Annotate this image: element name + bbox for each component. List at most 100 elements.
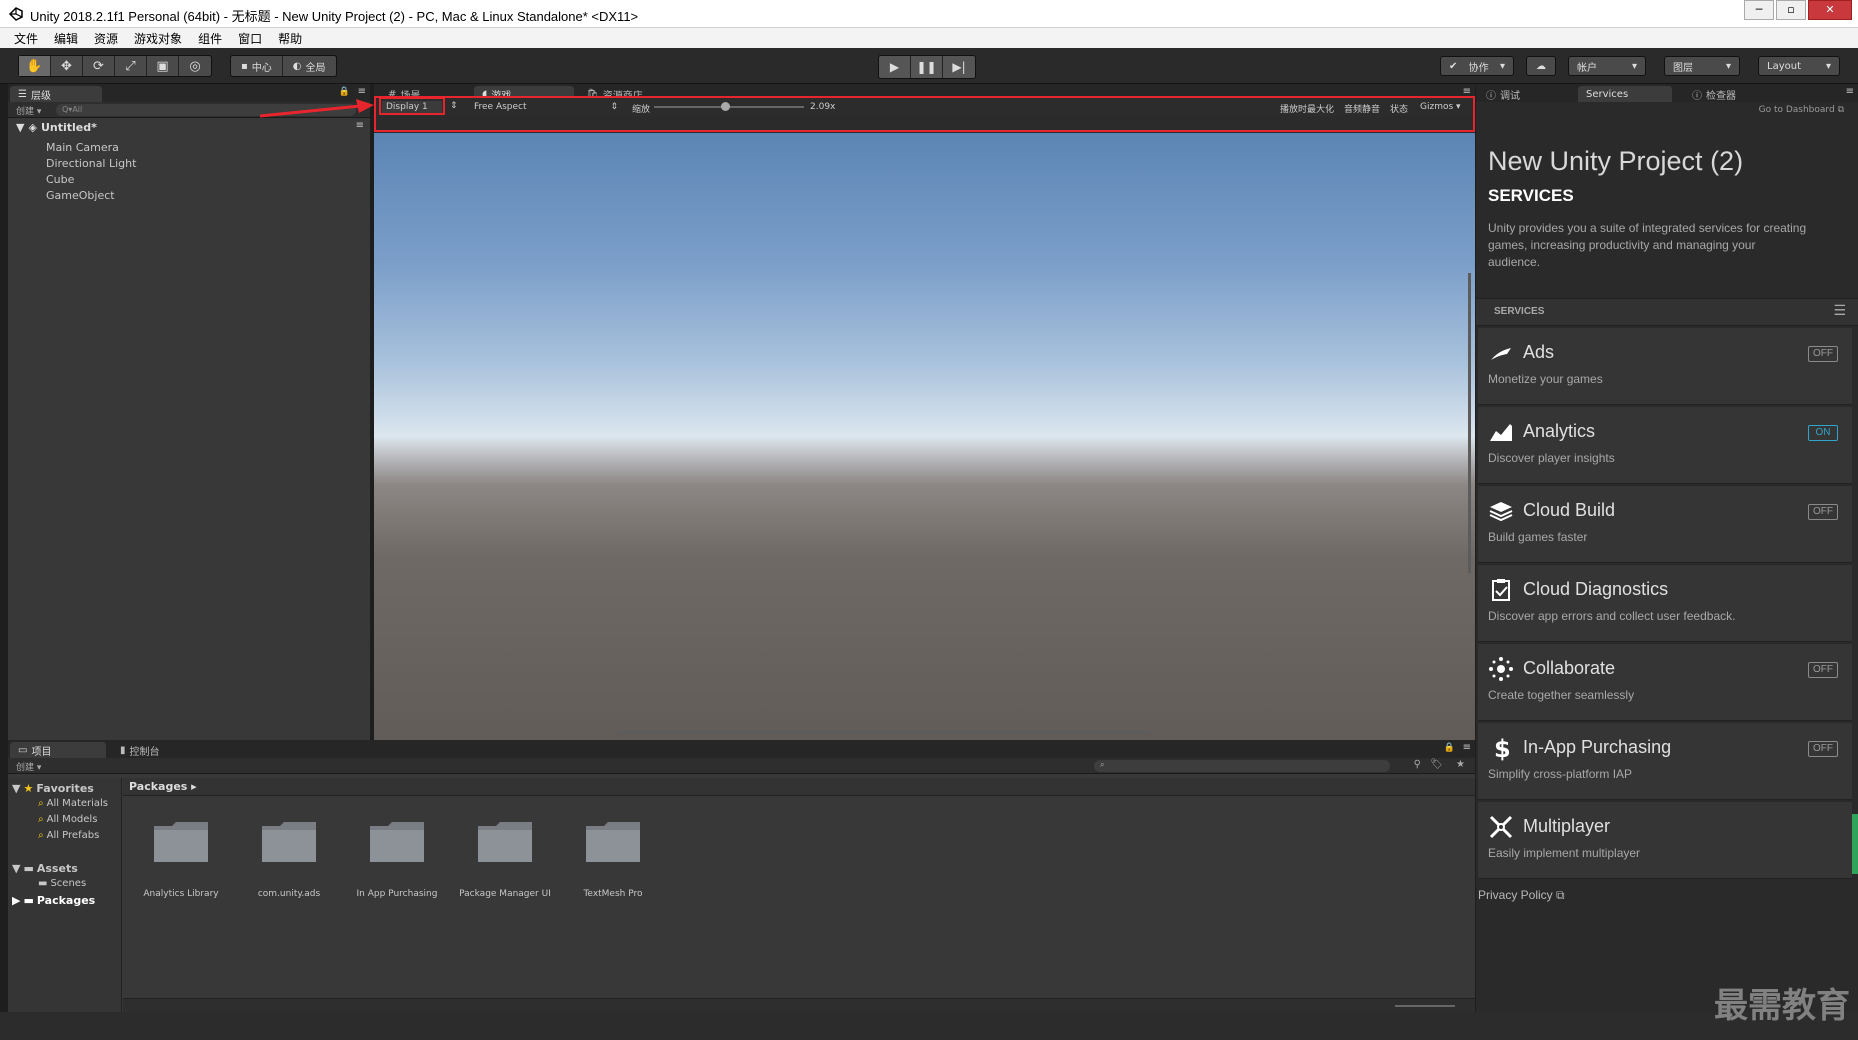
folder-icon: ▭: [18, 744, 28, 756]
service-card-analytics[interactable]: Analytics Discover player insights ON: [1478, 407, 1852, 484]
layout-dropdown[interactable]: Layout ▾: [1758, 56, 1840, 76]
privacy-policy-link[interactable]: Privacy Policy ⧉: [1478, 888, 1565, 903]
status-badge[interactable]: OFF: [1808, 662, 1838, 678]
account-dropdown[interactable]: 帐户 ▾: [1568, 56, 1646, 76]
status-badge[interactable]: ON: [1808, 425, 1838, 441]
pause-button[interactable]: ❚❚: [911, 56, 943, 78]
tree-favorites[interactable]: ▼ ★ Favorites: [12, 782, 94, 795]
panel-menu-icon[interactable]: ≡: [1846, 86, 1854, 97]
menu-gameobject[interactable]: 游戏对象: [134, 30, 182, 47]
search-icon: ⌕: [38, 830, 44, 841]
layers-dropdown[interactable]: 图层 ▾: [1664, 56, 1740, 76]
info-icon: ⓘ: [1486, 90, 1496, 102]
service-card-collaborate[interactable]: Collaborate Create together seamlessly O…: [1478, 644, 1852, 721]
service-name: Cloud Diagnostics: [1523, 579, 1669, 599]
menu-window[interactable]: 窗口: [238, 30, 262, 47]
tree-packages[interactable]: ▶ ▬ Packages: [12, 894, 95, 907]
tree-all-materials[interactable]: ⌕ All Materials: [38, 798, 108, 809]
service-desc: Build games faster: [1488, 530, 1588, 544]
collab-dropdown[interactable]: ✔ 协作 ▾: [1440, 56, 1514, 76]
status-badge[interactable]: OFF: [1808, 346, 1838, 362]
status-badge[interactable]: OFF: [1808, 741, 1838, 757]
hierarchy-item-gameobject[interactable]: GameObject: [46, 189, 115, 202]
service-card-multiplayer[interactable]: Multiplayer Easily implement multiplayer: [1478, 802, 1852, 879]
maximize-button[interactable]: ▫: [1776, 0, 1806, 20]
tree-assets[interactable]: ▼ ▬ Assets: [12, 862, 78, 875]
rect-tool-icon[interactable]: ▣: [147, 56, 179, 76]
create-dropdown[interactable]: 创建 ▾: [16, 104, 41, 117]
tree-scenes[interactable]: ▬ Scenes: [38, 878, 86, 889]
expand-arrow-icon: ▶: [12, 894, 21, 907]
play-controls: ▶ ❚❚ ▶|: [878, 55, 976, 79]
play-button[interactable]: ▶: [879, 56, 911, 78]
folder-analytics-library[interactable]: Analytics Library: [131, 818, 231, 899]
services-scrollbar[interactable]: [1852, 814, 1858, 874]
hamburger-icon[interactable]: ☰: [1833, 303, 1846, 319]
tab-console[interactable]: ▮ 控制台: [112, 742, 202, 758]
scene-menu-icon[interactable]: ≡: [356, 120, 364, 131]
service-card-iap[interactable]: $ In-App Purchasing Simplify cross-platf…: [1478, 723, 1852, 800]
move-tool-icon[interactable]: ✥: [51, 56, 83, 76]
folder-package-manager-ui[interactable]: Package Manager UI: [455, 818, 555, 899]
menu-assets[interactable]: 资源: [94, 30, 118, 47]
folder-com-unity-ads[interactable]: com.unity.ads: [239, 818, 339, 899]
project-toolbar: 创建 ▾ ⌕ ⚲ 🏷 ★: [8, 758, 1475, 774]
breadcrumb[interactable]: Packages ▸: [123, 778, 1475, 796]
rotate-tool-icon[interactable]: ⟳: [83, 56, 115, 76]
tab-hierarchy[interactable]: ☰ 层级: [10, 86, 102, 102]
hierarchy-item-main-camera[interactable]: Main Camera: [46, 141, 119, 154]
lock-icon[interactable]: 🔒: [1444, 743, 1455, 753]
service-card-cloud-diagnostics[interactable]: Cloud Diagnostics Discover app errors an…: [1478, 565, 1852, 642]
folder-in-app-purchasing[interactable]: In App Purchasing: [347, 818, 447, 899]
tree-all-prefabs[interactable]: ⌕ All Prefabs: [38, 830, 99, 841]
hand-tool-icon[interactable]: ✋: [19, 56, 51, 76]
service-desc: Discover player insights: [1488, 451, 1615, 465]
pivot-global-button[interactable]: ◐ 全局: [283, 56, 336, 76]
project-search-input[interactable]: ⌕: [1094, 760, 1390, 772]
tab-inspector[interactable]: ⓘ 检查器: [1684, 86, 1774, 102]
menu-edit[interactable]: 编辑: [54, 30, 78, 47]
tab-project[interactable]: ▭ 项目: [10, 742, 106, 758]
hierarchy-item-cube[interactable]: Cube: [46, 173, 74, 186]
hierarchy-item-directional-light[interactable]: Directional Light: [46, 157, 136, 170]
service-card-cloud-build[interactable]: Cloud Build Build games faster OFF: [1478, 486, 1852, 563]
menu-file[interactable]: 文件: [14, 30, 38, 47]
scale-tool-icon[interactable]: ⤢: [115, 56, 147, 76]
step-button[interactable]: ▶|: [943, 56, 975, 78]
lock-icon[interactable]: 🔒: [339, 87, 350, 97]
info-icon: ⓘ: [1692, 90, 1702, 102]
folder-textmesh-pro[interactable]: TextMesh Pro: [563, 818, 663, 899]
icon-size-slider[interactable]: [1395, 1005, 1455, 1007]
transform-tools: ✋ ✥ ⟳ ⤢ ▣ ◎: [18, 55, 212, 77]
tree-all-models[interactable]: ⌕ All Models: [38, 814, 97, 825]
panel-menu-icon[interactable]: ≡: [358, 86, 366, 97]
pivot-center-button[interactable]: ▪ 中心: [231, 56, 283, 76]
cloud-button[interactable]: ☁: [1526, 56, 1556, 76]
tab-services[interactable]: Services: [1578, 86, 1672, 102]
service-desc: Create together seamlessly: [1488, 688, 1635, 702]
create-dropdown[interactable]: 创建 ▾: [16, 760, 41, 773]
debug-tab-label: 调试: [1500, 90, 1520, 102]
panel-menu-icon[interactable]: ≡: [1463, 742, 1471, 753]
filter-type-icon[interactable]: ⚲: [1414, 759, 1421, 770]
label-filter-icon[interactable]: 🏷: [1430, 759, 1443, 770]
scene-item[interactable]: ▼ ◈ Untitled*: [16, 121, 97, 134]
dashboard-label: Go to Dashboard: [1758, 105, 1835, 115]
menu-component[interactable]: 组件: [198, 30, 222, 47]
status-badge[interactable]: OFF: [1808, 504, 1838, 520]
star-filter-icon[interactable]: ★: [1456, 759, 1465, 770]
go-to-dashboard-link[interactable]: Go to Dashboard ⧉: [1759, 105, 1844, 115]
menu-help[interactable]: 帮助: [278, 30, 302, 47]
horizontal-scrollbar[interactable]: [619, 731, 1149, 734]
transform-tool-icon[interactable]: ◎: [179, 56, 211, 76]
close-button[interactable]: ✕: [1808, 0, 1852, 20]
minimize-button[interactable]: ─: [1744, 0, 1774, 20]
project-content: Packages ▸ Analytics Library com.unity.a…: [123, 778, 1475, 1012]
vertical-scrollbar[interactable]: [1468, 273, 1471, 573]
folder-icon: ▬: [23, 894, 34, 907]
tab-debug[interactable]: ⓘ 调试: [1478, 86, 1568, 102]
expand-arrow-icon[interactable]: ▼: [16, 121, 24, 134]
service-card-ads[interactable]: Ads Monetize your games OFF: [1478, 328, 1852, 405]
layout-label: Layout: [1767, 60, 1801, 72]
game-canvas[interactable]: [374, 133, 1475, 740]
